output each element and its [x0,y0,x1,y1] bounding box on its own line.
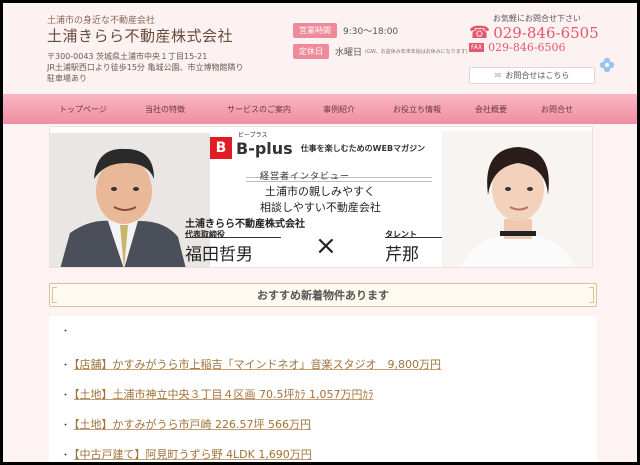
phone-number-text: 029-846-6505 [493,24,599,42]
talent-photo [442,131,592,267]
hours-value: 9:30～18:00 [343,27,399,37]
fax-number: FAX 029-846-6506 [469,41,566,54]
listing-link[interactable]: 【店舗】かすみがうら市上稲吉「マインドネオ」音楽スタジオ 9,800万円 [74,358,441,371]
list-item[interactable]: ・【中古戸建て】阿見町うずら野 4LDK 1,690万円 [61,446,312,462]
bullet: ・ [61,391,71,401]
contact-button[interactable]: ✉ お問合せはこちら [469,67,595,84]
address-line-2: JR土浦駅西口より徒歩15分 亀城公園、市立博物館隣り [47,63,244,72]
page-frame: 土浦市の身近な不動産会社 土浦きらら不動産株式会社 〒300-0043 茨城県土… [3,3,637,462]
hours-label: 営業時間 [293,23,337,38]
holiday-label: 定休日 [293,44,329,59]
catch-copy-line-2: 相談しやすい不動産会社 [260,201,381,214]
holiday-value: 水曜日 [335,48,363,58]
company-logo-text[interactable]: 土浦きらら不動産株式会社 [47,25,233,46]
bullet: ・ [61,421,71,431]
talent-name: 芹那 [385,245,419,265]
address-line-1: 〒300-0043 茨城県土浦市中央１丁目15-21 [47,52,208,61]
global-nav: トップページ 当社の特徴 サービスのご案内 事例紹介 お役立ち情報 会社概要 お… [3,94,637,124]
address-line-3: 駐車場あり [47,74,87,83]
bplus-logo-text: B-plus [236,138,293,158]
nav-item-about[interactable]: 会社概要 [475,104,507,115]
listing-list: ・ ・【店舗】かすみがうら市上稲吉「マインドネオ」音楽スタジオ 9,800万円 … [49,316,597,462]
nav-item-info[interactable]: お役立ち情報 [393,104,441,115]
nav-item-services[interactable]: サービスのご案内 [227,104,291,115]
bplus-kana: ビープラス [238,132,268,139]
mail-icon: ✉ [494,71,502,80]
cross-mark: × [315,231,337,261]
fax-number-text: 029-846-6506 [488,41,566,54]
bullet: ・ [61,451,71,461]
section-title-text: おすすめ新着物件あります [257,289,389,302]
list-item[interactable]: ・【土地】かすみがうら市戸崎 226.57坪 566万円 [61,416,311,432]
nav-item-cases[interactable]: 事例紹介 [323,104,355,115]
holiday-note: (GW、お盆休み年末年始はお休みになります) [365,49,468,55]
phone-number[interactable]: ☎ 029-846-6505 [469,23,599,43]
listing-link[interactable]: 【土地】かすみがうら市戸崎 226.57坪 566万円 [74,418,311,431]
bullet: ・ [61,327,71,337]
talent-role: タレント [385,230,417,239]
list-item-empty: ・ [61,324,74,337]
flower-decoration-icon [599,57,615,73]
underline [385,237,445,238]
executive-role: 代表取締役 [185,230,225,239]
bplus-logo: B ビープラス B-plus 仕事を楽しむためのWEBマガジン [210,132,426,159]
section-title: おすすめ新着物件あります [49,283,597,307]
underline [185,237,281,238]
list-item[interactable]: ・【土地】土浦市神立中央３丁目４区画 70.5坪ｶﾗ 1,057万円ｶﾗ [61,386,374,402]
holiday-info: 定休日 水曜日 (GW、お盆休み年末年始はお休みになります) [293,44,468,59]
contact-button-label: お問合せはこちら [505,71,570,80]
catch-copy-line-1: 土浦市の親しみやすく [265,185,375,198]
divider-line [246,181,432,182]
site-header: 土浦市の身近な不動産会社 土浦きらら不動産株式会社 〒300-0043 茨城県土… [3,3,637,93]
listing-link[interactable]: 【土地】土浦市神立中央３丁目４区画 70.5坪ｶﾗ 1,057万円ｶﾗ [74,388,373,401]
executive-name: 福田哲男 [185,245,253,265]
list-item[interactable]: ・【店舗】かすみがうら市上稲吉「マインドネオ」音楽スタジオ 9,800万円 [61,356,441,372]
interview-banner[interactable]: B ビープラス B-plus 仕事を楽しむためのWEBマガジン 経営者インタビュ… [49,126,593,268]
bullet: ・ [61,361,71,371]
phone-icon: ☎ [469,23,491,43]
business-hours: 営業時間 9:30～18:00 [293,23,398,38]
nav-item-contact[interactable]: お問合せ [541,104,573,115]
fax-icon: FAX [469,43,485,52]
bplus-logo-mark: B [210,137,232,159]
listing-link[interactable]: 【中古戸建て】阿見町うずら野 4LDK 1,690万円 [74,448,312,461]
banner-company: 土浦きらら不動産株式会社 [185,219,305,230]
nav-item-features[interactable]: 当社の特徴 [145,104,185,115]
magazine-subtitle: 仕事を楽しむためのWEBマガジン [300,143,426,153]
nav-item-top[interactable]: トップページ [59,104,107,115]
